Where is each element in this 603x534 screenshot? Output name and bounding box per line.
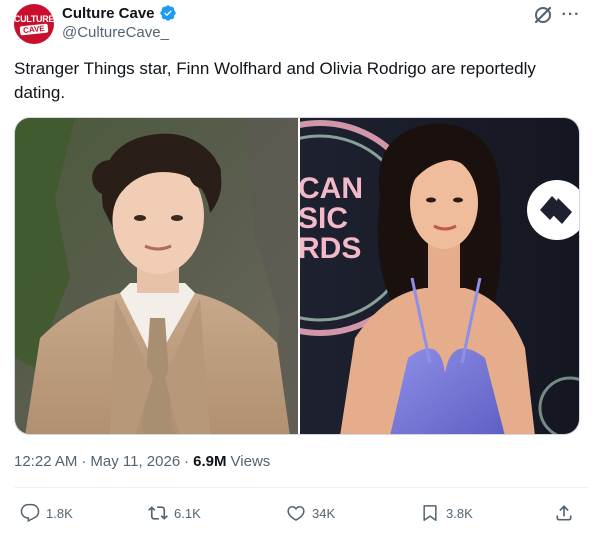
repost-icon bbox=[148, 506, 168, 520]
like-count: 34K bbox=[312, 505, 336, 521]
bookmark-icon bbox=[423, 505, 437, 521]
views-count[interactable]: 6.9M bbox=[193, 453, 226, 470]
meta-separator: · bbox=[184, 453, 190, 470]
tweet-text: Stranger Things star, Finn Wolfhard and … bbox=[14, 59, 536, 102]
tweet-date[interactable]: May 11, 2026 bbox=[90, 453, 180, 470]
divider bbox=[14, 487, 589, 488]
bookmark-count: 3.8K bbox=[446, 505, 473, 521]
reply-button[interactable]: 1.8K bbox=[20, 500, 73, 526]
avatar-text-top: CULTURE bbox=[14, 13, 54, 24]
heart-icon bbox=[287, 505, 305, 521]
author-handle[interactable]: @CultureCave_ bbox=[62, 24, 169, 41]
grok-icon[interactable] bbox=[531, 3, 555, 27]
sign-text-line-2: SIC bbox=[300, 202, 348, 235]
repost-count: 6.1K bbox=[174, 505, 201, 521]
tweet-time[interactable]: 12:22 AM bbox=[14, 453, 77, 470]
views-label[interactable]: Views bbox=[231, 453, 271, 470]
author-display-name[interactable]: Culture Cave bbox=[62, 5, 155, 22]
sign-text-line-3: RDS bbox=[300, 232, 361, 265]
sign-text-line-1: CAN bbox=[300, 172, 363, 205]
share-icon bbox=[556, 505, 572, 521]
meta-separator: · bbox=[81, 453, 87, 470]
avatar-text-bottom: CAVE bbox=[19, 23, 49, 35]
like-button[interactable]: 34K bbox=[286, 500, 335, 526]
reply-icon bbox=[20, 503, 40, 523]
tweet-meta: 12:22 AM · May 11, 2026 · 6.9M Views bbox=[14, 453, 270, 470]
avatar[interactable]: CULTURE CAVE bbox=[14, 4, 54, 44]
author-name-row[interactable]: Culture Cave bbox=[62, 4, 177, 22]
tweet-media[interactable]: CAN SIC RDS bbox=[14, 117, 580, 435]
photo-finn-wolfhard[interactable] bbox=[15, 118, 298, 435]
share-button[interactable] bbox=[554, 500, 574, 526]
photo-olivia-rodrigo[interactable]: CAN SIC RDS bbox=[300, 118, 580, 435]
verified-badge-icon[interactable] bbox=[159, 4, 177, 22]
bookmark-button[interactable]: 3.8K bbox=[420, 500, 473, 526]
reply-count: 1.8K bbox=[46, 505, 73, 521]
tweet-card[interactable]: CULTURE CAVE Culture Cave @CultureCave_ … bbox=[0, 0, 603, 534]
more-icon[interactable]: ··· bbox=[559, 3, 583, 27]
repost-button[interactable]: 6.1K bbox=[148, 500, 201, 526]
action-bar: 1.8K 6.1K 34K 3.8K bbox=[14, 500, 579, 526]
